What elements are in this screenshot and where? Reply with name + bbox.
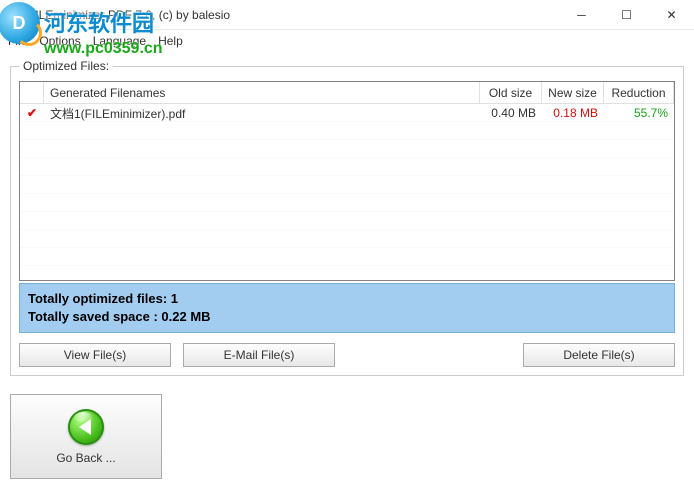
table-body: ✔ 文档1(FILEminimizer).pdf 0.40 MB 0.18 MB…	[20, 104, 674, 280]
col-check[interactable]	[20, 82, 44, 103]
email-files-button[interactable]: E-Mail File(s)	[183, 343, 335, 367]
row-reduction: 55.7%	[604, 106, 674, 120]
summary-panel: Totally optimized files: 1 Totally saved…	[19, 283, 675, 333]
window-controls: ─ ☐ ✕	[559, 0, 694, 30]
group-label: Optimized Files:	[19, 59, 113, 73]
menu-help[interactable]: Help	[158, 34, 183, 48]
delete-files-button[interactable]: Delete File(s)	[523, 343, 675, 367]
table-row[interactable]: ✔ 文档1(FILEminimizer).pdf 0.40 MB 0.18 MB…	[20, 104, 674, 122]
col-reduction[interactable]: Reduction	[604, 82, 674, 103]
row-filename: 文档1(FILEminimizer).pdf	[44, 105, 480, 122]
col-new-size[interactable]: New size	[542, 82, 604, 103]
row-check-icon: ✔	[20, 106, 44, 120]
row-new-size: 0.18 MB	[542, 106, 604, 120]
menu-file[interactable]: File	[8, 34, 27, 48]
button-row: View File(s) E-Mail File(s) Delete File(…	[19, 343, 675, 367]
app-icon: PDF	[6, 7, 22, 23]
col-filename[interactable]: Generated Filenames	[44, 82, 480, 103]
menu-options[interactable]: Options	[39, 34, 80, 48]
row-old-size: 0.40 MB	[480, 106, 542, 120]
window-title: FILEminimizer PDF 7.0, (c) by balesio	[28, 8, 230, 22]
back-arrow-icon	[68, 409, 104, 445]
menu-language[interactable]: Language	[93, 34, 146, 48]
optimized-files-group: Optimized Files: Generated Filenames Old…	[10, 66, 684, 376]
maximize-button[interactable]: ☐	[604, 0, 649, 30]
view-files-button[interactable]: View File(s)	[19, 343, 171, 367]
summary-files: Totally optimized files: 1	[28, 290, 666, 308]
table-header: Generated Filenames Old size New size Re…	[20, 82, 674, 104]
col-old-size[interactable]: Old size	[480, 82, 542, 103]
close-button[interactable]: ✕	[649, 0, 694, 30]
files-table: Generated Filenames Old size New size Re…	[19, 81, 675, 281]
go-back-label: Go Back ...	[56, 451, 115, 465]
title-bar: PDF FILEminimizer PDF 7.0, (c) by balesi…	[0, 0, 694, 30]
summary-space: Totally saved space : 0.22 MB	[28, 308, 666, 326]
minimize-button[interactable]: ─	[559, 0, 604, 30]
menu-bar: File Options Language Help	[0, 30, 694, 52]
go-back-button[interactable]: Go Back ...	[10, 394, 162, 479]
